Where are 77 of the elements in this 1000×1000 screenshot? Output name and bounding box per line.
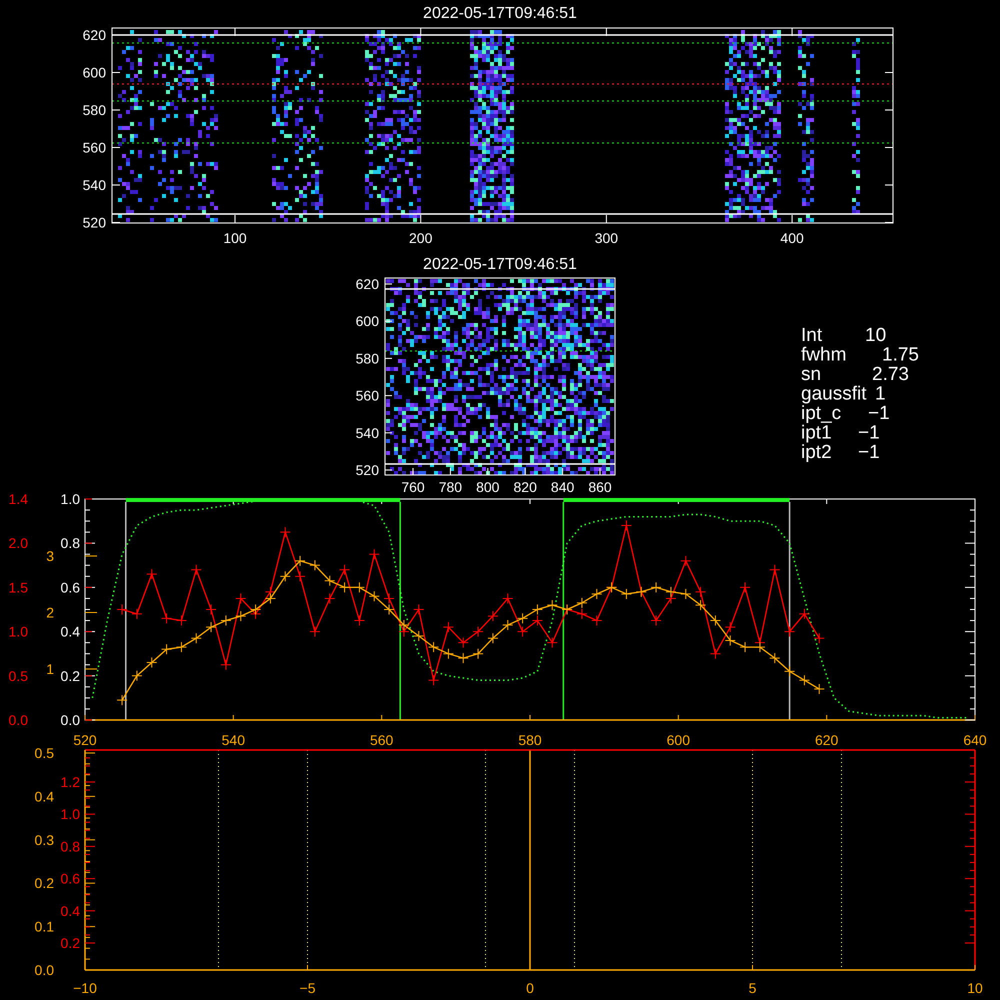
axis-label: 580: [82, 102, 106, 118]
parameter-value: −1: [858, 422, 880, 444]
parameter-label: Int: [801, 325, 822, 346]
axis-label: 1.0: [8, 624, 28, 640]
axis-label: 1.2: [60, 774, 80, 790]
axis-label: 5: [748, 980, 756, 996]
axis-label: 100: [223, 230, 247, 246]
parameter-label: gaussfit: [801, 384, 866, 404]
axis-label: 560: [370, 732, 394, 748]
axis-label: 540: [82, 177, 106, 193]
axis-label: 0.0: [8, 712, 28, 728]
axis-label: 2.0: [8, 535, 28, 552]
axis-label: 540: [222, 732, 246, 748]
axis-label: −10: [73, 980, 97, 996]
axis-label: 800: [476, 479, 500, 495]
axis-label: −5: [300, 980, 316, 996]
axis-label: 0.2: [60, 668, 80, 684]
axis-label: 0.0: [34, 962, 54, 978]
parameter-label: sn: [801, 364, 822, 385]
axis-label: 400: [780, 230, 804, 246]
axis-label: 0.5: [34, 745, 54, 761]
axis-label: 820: [514, 479, 537, 495]
axis-label: 620: [356, 276, 379, 292]
parameter-value: 1.75: [882, 344, 919, 366]
parameter-value: −1: [868, 403, 890, 424]
axis-label: 200: [409, 230, 432, 246]
parameter-label: fwhm: [801, 344, 846, 366]
axis-label: 0.8: [60, 535, 80, 552]
axis-label: 0.3: [34, 832, 54, 848]
axis-label: 1.4: [8, 491, 28, 507]
axis-label: 600: [666, 732, 690, 748]
axis-label: 780: [438, 479, 462, 495]
parameter-value: −1: [858, 442, 880, 463]
axis-label: 620: [814, 732, 838, 748]
axis-label: 0.4: [34, 788, 54, 804]
axis-label: 0.5: [8, 668, 28, 684]
axis-label: 560: [356, 388, 379, 404]
parameter-value: 10: [865, 325, 886, 346]
parameter-value: 1: [875, 384, 886, 404]
axis-label: 760: [401, 479, 425, 495]
axis-label: 0.6: [60, 870, 80, 887]
axis-label: 860: [588, 479, 612, 495]
parameter-value: 2.73: [872, 364, 909, 385]
axis-label: 520: [356, 462, 379, 478]
axis-label: 600: [356, 313, 379, 330]
axis-label: 1: [46, 661, 54, 677]
parameter-label: ipt2: [801, 442, 832, 463]
axis-label: 2: [46, 604, 54, 620]
axis-label: 0: [526, 980, 534, 996]
axis-label: 640: [963, 732, 987, 748]
axis-label: 840: [550, 479, 574, 495]
axis-label: 1.5: [8, 579, 28, 596]
axis-label: 0.8: [60, 838, 80, 854]
axis-label: 0.0: [60, 712, 80, 728]
axis-label: 540: [356, 424, 379, 441]
axis-label: 580: [518, 732, 542, 748]
axis-label: 300: [594, 230, 618, 246]
plot-title: 2022-05-17T09:46:51: [423, 5, 577, 22]
axis-label: 0.4: [60, 624, 80, 640]
parameter-label: ipt1: [801, 422, 832, 444]
axis-label: 10: [967, 980, 983, 996]
axis-label: 520: [82, 214, 106, 230]
axis-label: 0.2: [60, 935, 80, 951]
axis-label: 0.4: [60, 902, 80, 919]
parameter-label: ipt_c: [801, 403, 842, 424]
axis-label: 580: [356, 350, 379, 366]
axis-label: 600: [82, 64, 106, 80]
axis-label: 0.2: [34, 875, 54, 892]
axis-label: 560: [82, 140, 106, 156]
axis-label: 520: [73, 732, 97, 748]
axis-label: 3: [46, 548, 54, 564]
axis-label: 0.1: [34, 918, 54, 935]
axis-label: 1.0: [60, 806, 80, 822]
axis-label: 0.6: [60, 579, 80, 596]
axis-label: 1.0: [60, 491, 80, 507]
plot-title: 2022-05-17T09:46:51: [423, 256, 577, 273]
axis-label: 620: [82, 27, 106, 43]
